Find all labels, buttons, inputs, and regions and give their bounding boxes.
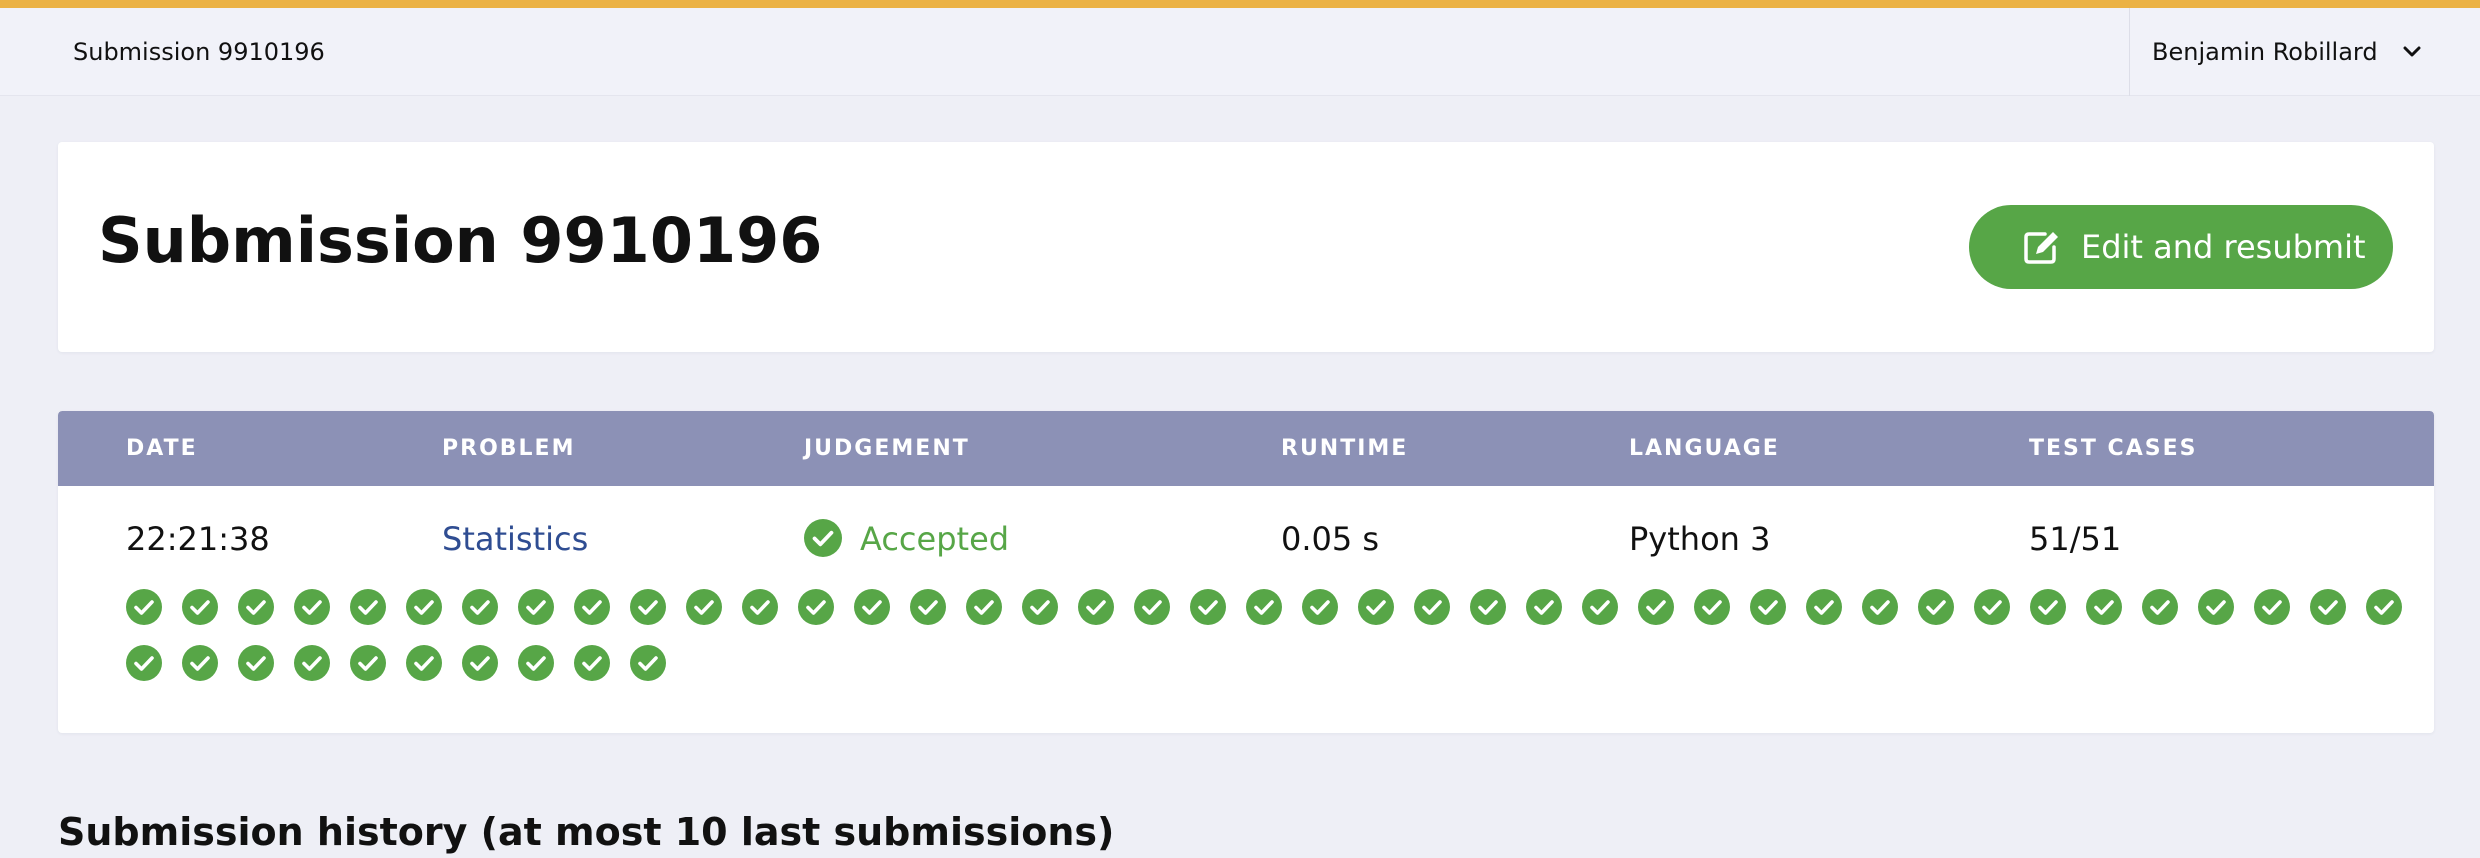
check-circle-icon <box>1022 589 1058 625</box>
check-circle-icon <box>1638 589 1674 625</box>
check-circle-icon <box>2142 589 2178 625</box>
user-menu[interactable]: Benjamin Robillard <box>2129 8 2480 96</box>
check-circle-icon <box>2198 589 2234 625</box>
check-circle-icon <box>1470 589 1506 625</box>
column-header-problem: PROBLEM <box>442 436 576 461</box>
check-circle-icon <box>630 589 666 625</box>
check-circle-icon <box>350 645 386 681</box>
check-circle-icon <box>966 589 1002 625</box>
check-circle-icon <box>2086 589 2122 625</box>
check-circle-icon <box>630 645 666 681</box>
check-circle-icon <box>1414 589 1450 625</box>
check-circle-icon <box>1526 589 1562 625</box>
check-circle-icon <box>1134 589 1170 625</box>
check-circle-icon <box>126 589 162 625</box>
check-circle-icon <box>1078 589 1114 625</box>
submission-history-title: Submission history (at most 10 last subm… <box>58 810 1115 854</box>
check-circle-icon <box>804 519 842 557</box>
cell-language: Python 3 <box>1629 520 1771 558</box>
check-circle-icon <box>1246 589 1282 625</box>
column-header-date: DATE <box>126 436 198 461</box>
check-circle-icon <box>406 645 442 681</box>
check-circle-icon <box>574 645 610 681</box>
check-circle-icon <box>294 589 330 625</box>
submission-table: DATE PROBLEM JUDGEMENT RUNTIME LANGUAGE … <box>58 411 2434 733</box>
cell-judgement: Accepted <box>804 511 1009 567</box>
check-circle-icon <box>1862 589 1898 625</box>
check-circle-icon <box>406 589 442 625</box>
user-name: Benjamin Robillard <box>2152 38 2378 66</box>
check-circle-icon <box>182 645 218 681</box>
check-circle-icon <box>1750 589 1786 625</box>
check-circle-icon <box>1974 589 2010 625</box>
edit-and-resubmit-label: Edit and resubmit <box>2081 228 2366 266</box>
check-circle-icon <box>2366 589 2402 625</box>
chevron-down-icon <box>2403 46 2421 57</box>
top-navbar: Submission 9910196 Benjamin Robillard <box>0 8 2480 96</box>
check-circle-icon <box>2310 589 2346 625</box>
column-header-test-cases: TEST CASES <box>2029 436 2198 461</box>
test-case-results <box>126 589 2406 681</box>
problem-link[interactable]: Statistics <box>442 511 588 567</box>
check-circle-icon <box>1582 589 1618 625</box>
cell-date: 22:21:38 <box>126 520 270 558</box>
submission-header-card: Submission 9910196 Edit and resubmit <box>58 142 2434 352</box>
column-header-judgement: JUDGEMENT <box>804 436 970 461</box>
check-circle-icon <box>1302 589 1338 625</box>
cell-runtime: 0.05 s <box>1281 520 1380 558</box>
cell-test-cases: 51/51 <box>2029 520 2122 558</box>
check-circle-icon <box>798 589 834 625</box>
top-accent-bar <box>0 0 2480 8</box>
check-circle-icon <box>1358 589 1394 625</box>
judgement-text: Accepted <box>860 520 1010 558</box>
check-circle-icon <box>910 589 946 625</box>
column-header-runtime: RUNTIME <box>1281 436 1409 461</box>
check-circle-icon <box>1190 589 1226 625</box>
check-circle-icon <box>686 589 722 625</box>
check-circle-icon <box>742 589 778 625</box>
check-circle-icon <box>294 645 330 681</box>
check-circle-icon <box>462 645 498 681</box>
check-circle-icon <box>854 589 890 625</box>
edit-icon <box>2024 232 2058 264</box>
check-circle-icon <box>1694 589 1730 625</box>
column-header-language: LANGUAGE <box>1629 436 1780 461</box>
check-circle-icon <box>126 645 162 681</box>
check-circle-icon <box>238 645 274 681</box>
check-circle-icon <box>518 589 554 625</box>
table-header: DATE PROBLEM JUDGEMENT RUNTIME LANGUAGE … <box>58 411 2434 486</box>
check-circle-icon <box>574 589 610 625</box>
edit-and-resubmit-button[interactable]: Edit and resubmit <box>1969 205 2393 289</box>
check-circle-icon <box>2254 589 2290 625</box>
check-circle-icon <box>2030 589 2066 625</box>
check-circle-icon <box>462 589 498 625</box>
check-circle-icon <box>238 589 274 625</box>
check-circle-icon <box>1918 589 1954 625</box>
check-circle-icon <box>518 645 554 681</box>
check-circle-icon <box>350 589 386 625</box>
page-title: Submission 9910196 <box>98 204 823 277</box>
check-circle-icon <box>1806 589 1842 625</box>
check-circle-icon <box>182 589 218 625</box>
navbar-title: Submission 9910196 <box>73 38 325 66</box>
